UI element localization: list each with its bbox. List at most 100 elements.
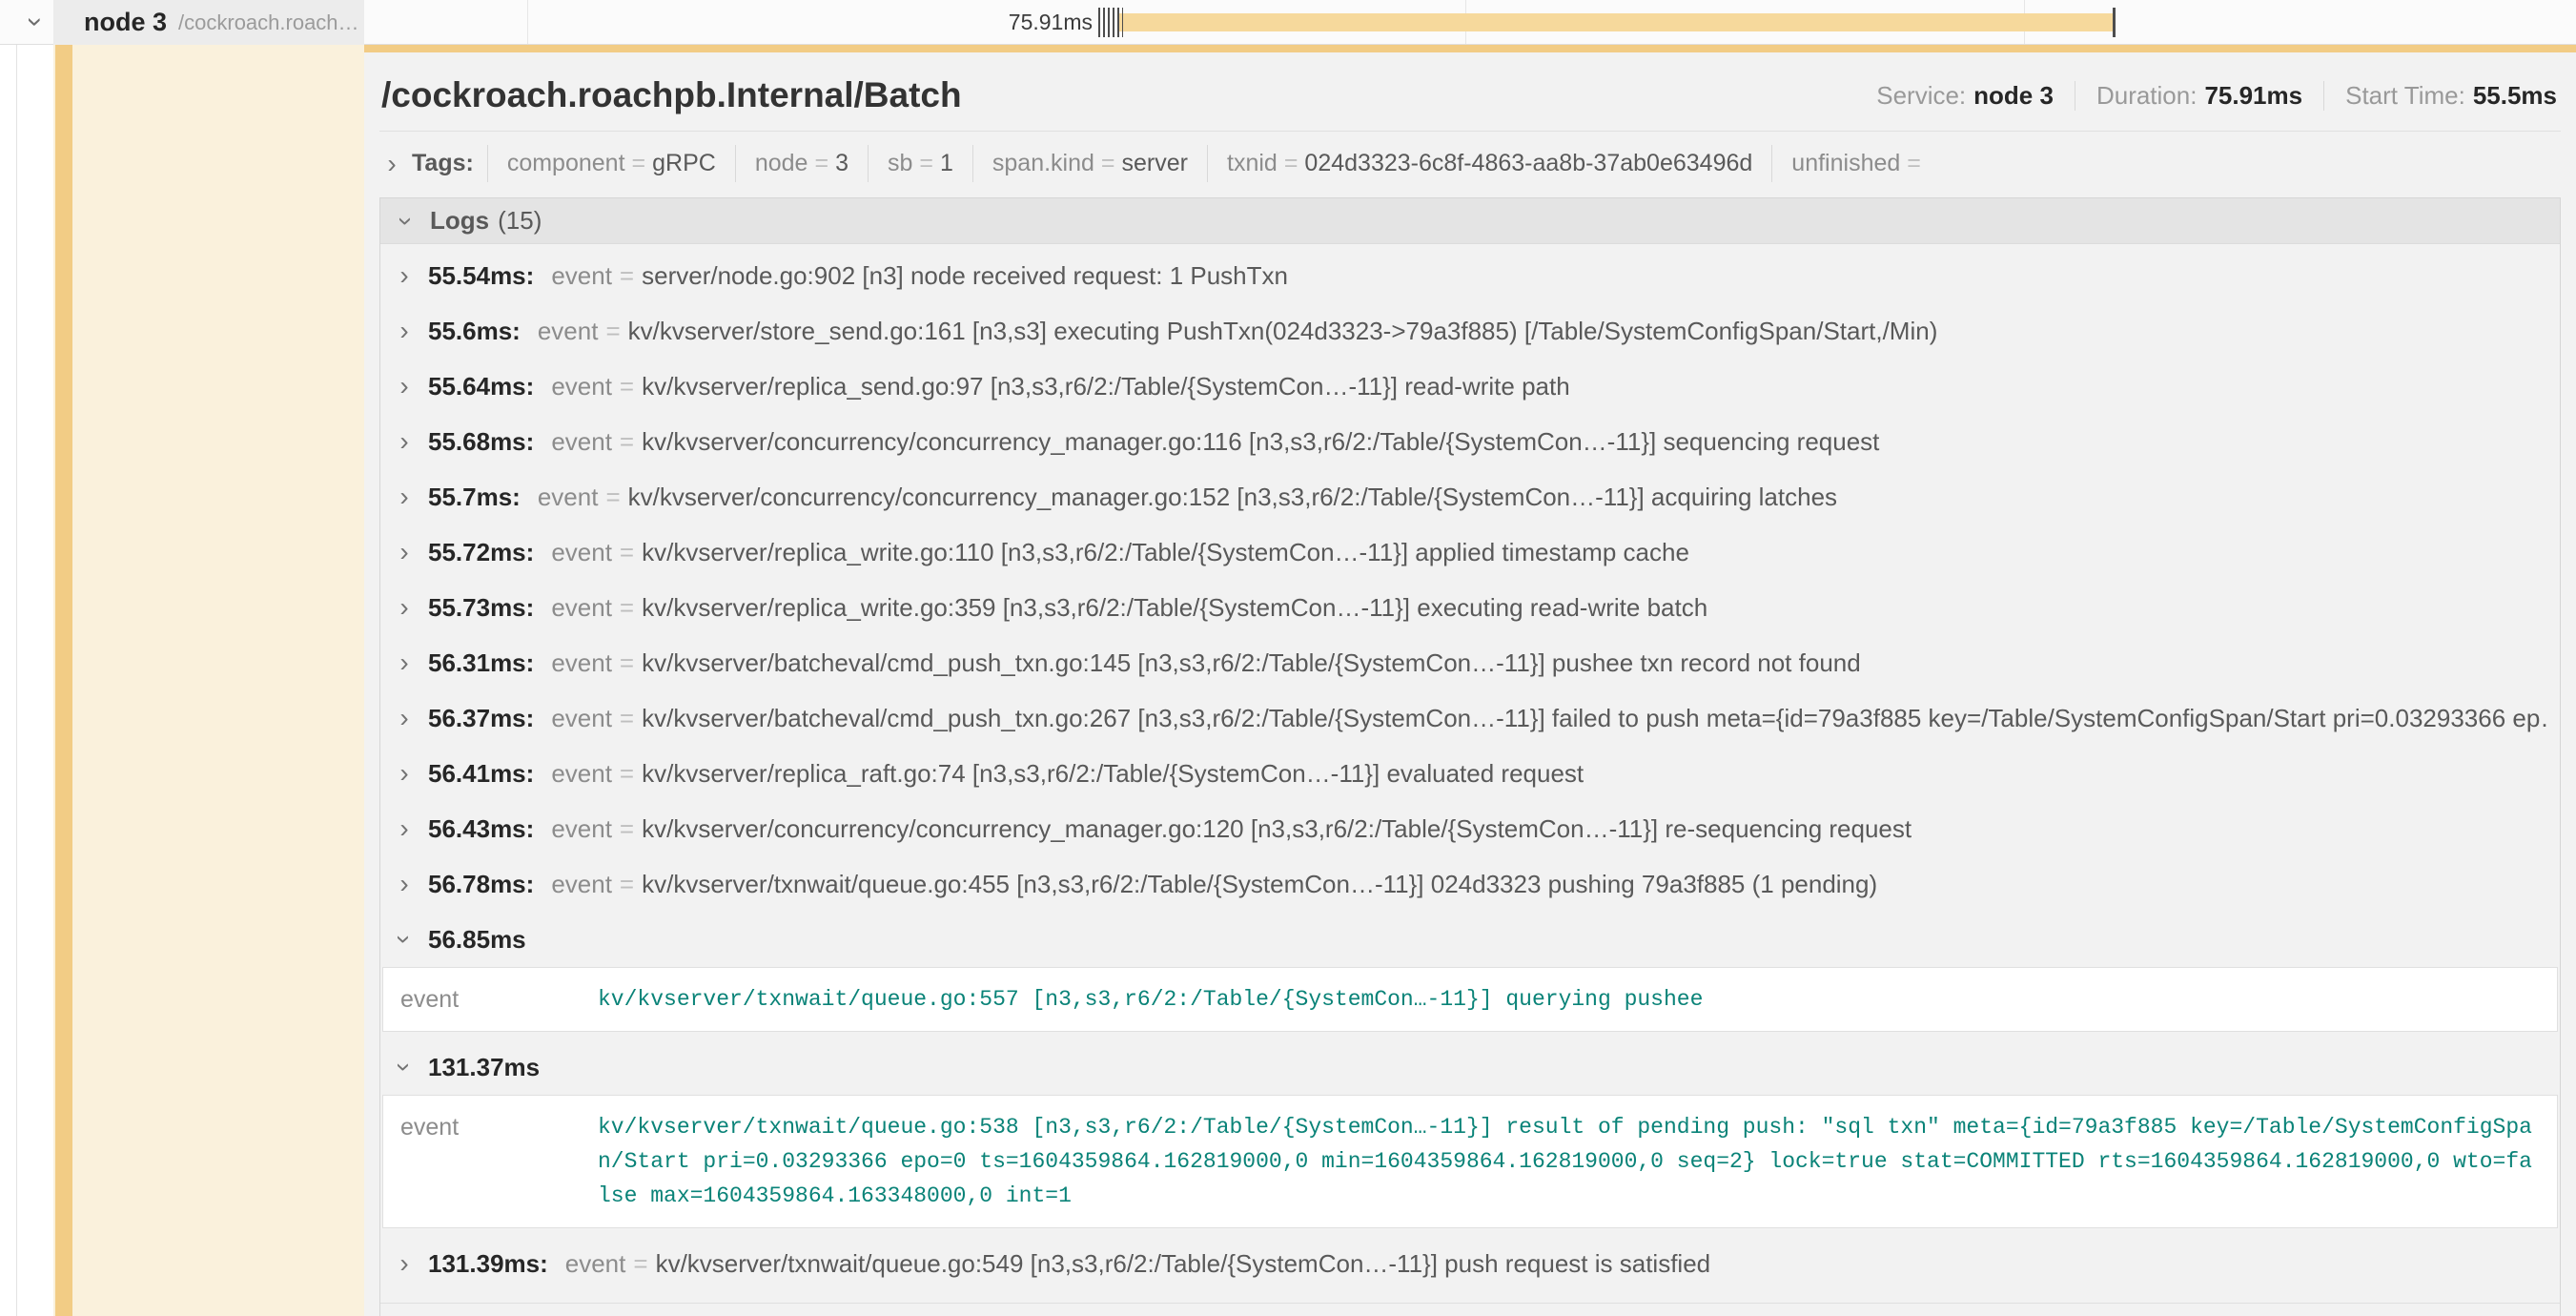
tag-value: 3 xyxy=(835,150,848,176)
tag-unfinished: unfinished= xyxy=(1771,145,1947,182)
tags-label: Tags: xyxy=(412,150,474,177)
log-field-value: kv/kvserver/batcheval/cmd_push_txn.go:14… xyxy=(642,648,2546,678)
equals-sign: = xyxy=(633,1249,647,1279)
log-field-key: event xyxy=(538,317,599,346)
log-tick-mark-end xyxy=(2113,8,2116,37)
logs-header[interactable]: › Logs (15) xyxy=(380,198,2560,244)
chevron-right-icon: › xyxy=(392,871,417,897)
log-field-value: kv/kvserver/txnwait/queue.go:455 [n3,s3,… xyxy=(642,870,2546,899)
log-detail-field: event kv/kvserver/txnwait/queue.go:557 [… xyxy=(383,982,2557,1017)
span-detail-accent-band xyxy=(364,45,2576,52)
log-rows-list: › 55.54ms: event = server/node.go:902 [n… xyxy=(380,244,2560,1291)
logs-footer-note: Log timestamps are relative to the start… xyxy=(380,1303,2560,1316)
log-row-expanded[interactable]: › 131.37ms xyxy=(380,1039,2560,1095)
log-field-key: event xyxy=(565,1249,626,1279)
log-row[interactable]: › 55.68ms: event = kv/kvserver/concurren… xyxy=(380,414,2560,469)
tag-key: unfinished xyxy=(1791,150,1900,176)
log-row[interactable]: › 55.6ms: event = kv/kvserver/store_send… xyxy=(380,303,2560,359)
log-row[interactable]: › 131.39ms: event = kv/kvserver/txnwait/… xyxy=(380,1236,2560,1291)
log-timestamp: 56.41ms: xyxy=(428,759,534,789)
log-row[interactable]: › 55.7ms: event = kv/kvserver/concurrenc… xyxy=(380,469,2560,524)
log-field-value: kv/kvserver/replica_raft.go:74 [n3,s3,r6… xyxy=(642,759,2546,789)
log-field-value: kv/kvserver/concurrency/concurrency_mana… xyxy=(642,427,2546,457)
span-detail-name-column xyxy=(53,45,364,1316)
meta-label: Duration: xyxy=(2096,81,2198,110)
log-row-expanded[interactable]: › 56.85ms xyxy=(380,912,2560,967)
span-meta: Service:node 3 Duration:75.91ms Start Ti… xyxy=(1855,81,2559,111)
span-duration-bar[interactable] xyxy=(1117,13,2115,31)
log-row[interactable]: › 55.54ms: event = server/node.go:902 [n… xyxy=(380,248,2560,303)
log-field-key: event xyxy=(551,704,612,733)
chevron-down-icon: › xyxy=(391,1055,418,1080)
log-field-key: event xyxy=(538,483,599,512)
chevron-right-icon: › xyxy=(392,649,417,676)
chevron-down-icon: › xyxy=(391,209,421,234)
span-detail-panel: /cockroach.roachpb.Internal/Batch Servic… xyxy=(364,45,2576,1316)
equals-sign: = xyxy=(620,704,634,733)
logs-accordion: › Logs (15) › 55.54ms: event = server/no… xyxy=(379,197,2561,1316)
chevron-right-icon: › xyxy=(392,262,417,289)
log-tick-marks xyxy=(1098,8,1123,37)
chevron-right-icon: › xyxy=(392,318,417,344)
equals-sign: = xyxy=(620,593,634,623)
log-row[interactable]: › 55.72ms: event = kv/kvserver/replica_w… xyxy=(380,524,2560,580)
trace-view-gutter-line xyxy=(16,0,17,1316)
chevron-down-icon[interactable]: › xyxy=(19,8,51,36)
chevron-right-icon: › xyxy=(392,539,417,565)
log-timestamp: 55.6ms: xyxy=(428,317,521,346)
log-timestamp: 56.37ms: xyxy=(428,704,534,733)
chevron-right-icon: › xyxy=(392,483,417,510)
equals-sign: = xyxy=(605,483,620,512)
log-field-key: event xyxy=(551,648,612,678)
tag-key: component xyxy=(507,150,625,176)
log-row[interactable]: › 56.78ms: event = kv/kvserver/txnwait/q… xyxy=(380,856,2560,912)
logs-count: (15) xyxy=(498,206,542,236)
equals-sign: = xyxy=(1278,150,1305,176)
tag-txnid: txnid=024d3323-6c8f-4863-aa8b-37ab0e6349… xyxy=(1207,145,1771,182)
span-detail-header: /cockroach.roachpb.Internal/Batch Servic… xyxy=(379,52,2561,132)
logs-title: Logs xyxy=(430,206,489,236)
log-field-key: event xyxy=(551,759,612,789)
log-row[interactable]: › 56.37ms: event = kv/kvserver/batcheval… xyxy=(380,690,2560,746)
equals-sign: = xyxy=(605,317,620,346)
log-field-key: event xyxy=(383,982,598,1014)
log-field-key: event xyxy=(551,814,612,844)
log-field-value: kv/kvserver/replica_write.go:359 [n3,s3,… xyxy=(642,593,2546,623)
log-field-key: event xyxy=(551,870,612,899)
page-title: /cockroach.roachpb.Internal/Batch xyxy=(381,75,962,115)
chevron-right-icon: › xyxy=(392,1250,417,1277)
log-field-value: kv/kvserver/txnwait/queue.go:557 [n3,s3,… xyxy=(598,982,2557,1017)
tag-component: component=gRPC xyxy=(487,145,735,182)
log-row[interactable]: › 55.64ms: event = kv/kvserver/replica_s… xyxy=(380,359,2560,414)
chevron-right-icon: › xyxy=(392,428,417,455)
span-service-name: node 3 xyxy=(84,8,167,37)
equals-sign: = xyxy=(620,870,634,899)
log-field-value: kv/kvserver/concurrency/concurrency_mana… xyxy=(642,814,2546,844)
equals-sign: = xyxy=(808,150,835,176)
tag-sb: sb=1 xyxy=(868,145,972,182)
equals-sign: = xyxy=(620,814,634,844)
log-timestamp: 55.73ms: xyxy=(428,593,534,623)
log-timestamp: 55.54ms: xyxy=(428,261,534,291)
meta-label: Start Time: xyxy=(2345,81,2465,110)
chevron-right-icon: › xyxy=(379,149,404,179)
log-field-key: event xyxy=(383,1110,598,1141)
log-row[interactable]: › 55.73ms: event = kv/kvserver/replica_w… xyxy=(380,580,2560,635)
log-group-expanded: › 131.37ms event kv/kvserver/txnwait/que… xyxy=(380,1039,2560,1228)
tags-accordion[interactable]: › Tags: component=gRPC node=3 sb=1 span.… xyxy=(379,145,2561,182)
span-bar-row[interactable]: › node 3 /cockroach.roach… 75.91ms xyxy=(0,0,2576,45)
log-timestamp: 56.78ms: xyxy=(428,870,534,899)
log-row[interactable]: › 56.31ms: event = kv/kvserver/batcheval… xyxy=(380,635,2560,690)
log-row[interactable]: › 56.43ms: event = kv/kvserver/concurren… xyxy=(380,801,2560,856)
span-name-cell[interactable]: node 3 /cockroach.roach… xyxy=(53,0,364,45)
chevron-right-icon: › xyxy=(392,815,417,842)
meta-value: node 3 xyxy=(1973,81,2054,110)
tag-key: sb xyxy=(888,150,912,176)
meta-label: Service: xyxy=(1876,81,1966,110)
meta-duration: Duration:75.91ms xyxy=(2075,81,2323,111)
equals-sign: = xyxy=(1094,150,1122,176)
equals-sign: = xyxy=(620,261,634,291)
log-row[interactable]: › 56.41ms: event = kv/kvserver/replica_r… xyxy=(380,746,2560,801)
log-timestamp: 55.72ms: xyxy=(428,538,534,567)
log-field-key: event xyxy=(551,538,612,567)
